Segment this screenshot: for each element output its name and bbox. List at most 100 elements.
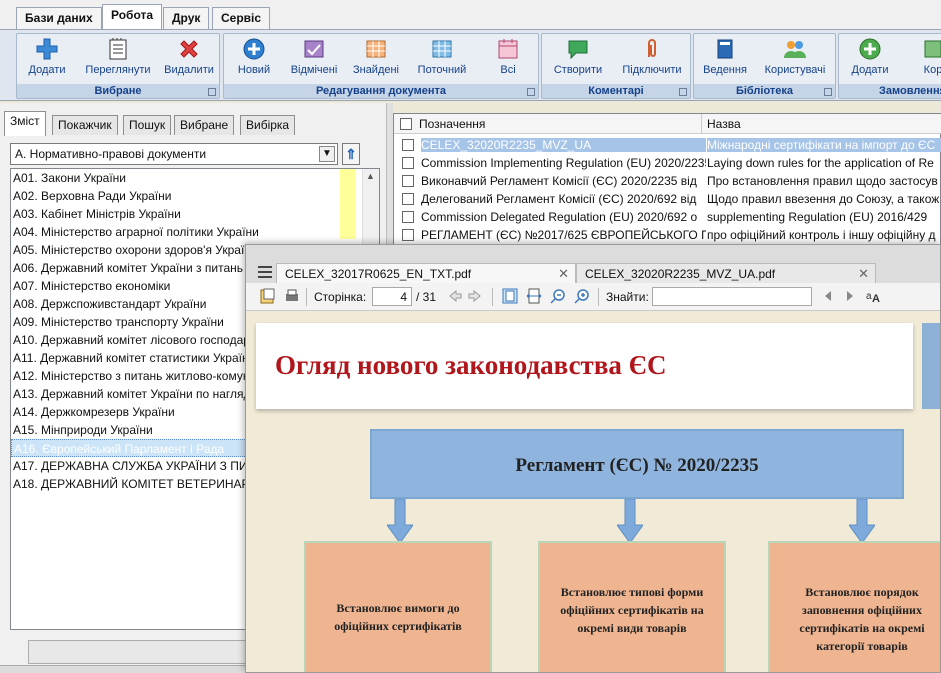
table-row[interactable]: Commission Implementing Regulation (EU) …: [394, 154, 941, 172]
row-code: Делегований Регламент Комісії (ЄС) 2020/…: [421, 192, 697, 206]
edit-found-button[interactable]: Знайдені: [348, 37, 404, 83]
select-all-checkbox[interactable]: [400, 118, 412, 130]
find-options-icon[interactable]: aA: [866, 288, 882, 304]
sub-box-text: Встановлює типові форми офіційних сертиф…: [560, 585, 704, 635]
favorites-add-button[interactable]: Додати: [23, 37, 71, 83]
close-icon[interactable]: ✕: [858, 266, 869, 282]
edit-current-button[interactable]: Поточний: [412, 37, 472, 83]
close-icon[interactable]: ✕: [558, 266, 569, 282]
paperclip-icon: [648, 39, 656, 57]
edit-marked-label: Відмічені: [290, 64, 338, 76]
table-row[interactable]: CELEX_32020R2235_MVZ_UA Міжнародні серти…: [394, 136, 941, 154]
tab-favorites[interactable]: Вибране: [174, 115, 235, 135]
sub-box-text: Встановлює вимоги до офіційних сертифіка…: [334, 601, 462, 633]
favorites-delete-button[interactable]: Видалити: [163, 37, 215, 83]
level-up-arrow-icon[interactable]: ⇑: [342, 143, 360, 165]
edit-new-button[interactable]: Новий: [234, 37, 274, 83]
group-comments: Створити Підключити Коментарі: [541, 33, 691, 99]
favorites-view-button[interactable]: Переглянути: [83, 37, 153, 83]
row-code: Commission Delegated Regulation (EU) 202…: [421, 210, 698, 224]
row-checkbox[interactable]: [402, 139, 414, 151]
tab-service[interactable]: Сервіс: [212, 7, 271, 29]
group-dialog-launcher[interactable]: [824, 88, 832, 96]
row-checkbox[interactable]: [402, 229, 414, 241]
row-code: РЕГЛАМЕНТ (ЄС) №2017/625 ЄВРОПЕЙСЬКОГО П: [421, 228, 706, 242]
row-title: Щодо правил ввезення до Союзу, а також: [707, 192, 940, 206]
edit-marked-button[interactable]: Відмічені: [286, 37, 342, 83]
column-header-code[interactable]: Позначення: [419, 117, 485, 131]
favorites-add-label: Додати: [28, 64, 66, 76]
find-next-icon[interactable]: [842, 288, 858, 304]
toolbar-divider: [306, 288, 307, 306]
row-checkbox[interactable]: [402, 193, 414, 205]
regulation-title: Регламент (ЄС) № 2020/2235: [515, 455, 759, 476]
print-icon[interactable]: [284, 288, 300, 304]
table-row[interactable]: Виконавчий Регламент Комісії (ЄС) 2020/2…: [394, 172, 941, 190]
library-users-label: Користувачі: [764, 64, 826, 76]
edit-new-label: Новий: [237, 64, 271, 76]
row-checkbox[interactable]: [402, 175, 414, 187]
orders-edit-button[interactable]: Кор: [913, 37, 941, 83]
group-dialog-launcher[interactable]: [527, 88, 535, 96]
all-calendar-icon: [498, 39, 518, 59]
pdf-tab[interactable]: CELEX_32020R2235_MVZ_UA.pdf ✕: [576, 263, 876, 283]
speech-bubble-icon: [568, 40, 588, 60]
document-category-select[interactable]: А. Нормативно-правові документи ▼: [10, 143, 338, 165]
column-divider[interactable]: [701, 114, 702, 134]
row-checkbox[interactable]: [402, 157, 414, 169]
comment-create-button[interactable]: Створити: [550, 37, 606, 83]
tab-print[interactable]: Друк: [163, 7, 210, 29]
tab-search[interactable]: Пошук: [123, 115, 172, 135]
zoom-in-icon[interactable]: [574, 288, 590, 304]
tab-selection[interactable]: Вибірка: [240, 115, 296, 135]
group-dialog-launcher[interactable]: [679, 88, 687, 96]
chevron-down-icon[interactable]: ▼: [319, 146, 335, 162]
next-page-arrow-icon[interactable]: [468, 288, 484, 304]
previous-page-arrow-icon[interactable]: [446, 288, 462, 304]
table-row[interactable]: Делегований Регламент Комісії (ЄС) 2020/…: [394, 190, 941, 208]
pdf-tab-title: CELEX_32020R2235_MVZ_UA.pdf: [585, 267, 776, 281]
find-previous-icon[interactable]: [820, 288, 836, 304]
tree-item[interactable]: А02. Верховна Ради України: [11, 187, 351, 205]
hamburger-menu-icon[interactable]: [258, 266, 272, 278]
orders-edit-label: Кор: [923, 64, 941, 76]
down-arrow-icon: [387, 499, 413, 543]
open-file-icon[interactable]: [260, 288, 276, 304]
find-input[interactable]: [652, 287, 812, 306]
tree-item[interactable]: А03. Кабінет Міністрів України: [11, 205, 351, 223]
library-users-button[interactable]: Користувачі: [760, 37, 830, 83]
toolbar-divider: [492, 288, 493, 306]
tree-item[interactable]: А04. Міністерство аграрної політики Укра…: [11, 223, 351, 241]
pdf-tab[interactable]: CELEX_32017R0625_EN_TXT.pdf ✕: [276, 263, 576, 283]
fit-page-icon[interactable]: [502, 288, 518, 304]
table-row[interactable]: Commission Delegated Regulation (EU) 202…: [394, 208, 941, 226]
table-row[interactable]: РЕГЛАМЕНТ (ЄС) №2017/625 ЄВРОПЕЙСЬКОГО П…: [394, 226, 941, 244]
column-header-title[interactable]: Назва: [707, 117, 741, 131]
down-arrow-icon: [849, 499, 875, 543]
fit-width-icon[interactable]: [526, 288, 542, 304]
tab-databases[interactable]: Бази даних: [16, 7, 102, 29]
scroll-up-icon[interactable]: ▲: [366, 171, 375, 181]
comment-attach-button[interactable]: Підключити: [618, 37, 686, 83]
page-number-input[interactable]: 4: [372, 287, 412, 306]
tab-contents[interactable]: Зміст: [4, 111, 46, 136]
regulation-sub-box: Встановлює вимоги до офіційних сертифіка…: [304, 541, 492, 672]
group-favorites-caption: Вибране: [17, 84, 219, 98]
tab-index[interactable]: Покажчик: [52, 115, 118, 135]
slide-title: Огляд нового законодавства ЄС: [275, 350, 667, 380]
zoom-out-icon[interactable]: [550, 288, 566, 304]
edit-all-button[interactable]: Всі: [490, 37, 526, 83]
regulation-main-box: Регламент (ЄС) № 2020/2235: [370, 429, 904, 499]
group-dialog-launcher[interactable]: [208, 88, 216, 96]
notepad-icon: [109, 38, 127, 60]
row-checkbox[interactable]: [402, 211, 414, 223]
library-manage-button[interactable]: Ведення: [700, 37, 750, 83]
book-icon: [717, 39, 733, 59]
toolbar-divider: [598, 288, 599, 306]
tab-work[interactable]: Робота: [102, 4, 163, 30]
orders-edit-icon: [924, 40, 941, 58]
regulation-sub-box: Встановлює типові форми офіційних сертиф…: [538, 541, 726, 672]
tree-item[interactable]: А01. Закони України: [11, 169, 351, 187]
current-table-icon: [432, 40, 452, 58]
orders-add-button[interactable]: Додати: [845, 37, 895, 83]
